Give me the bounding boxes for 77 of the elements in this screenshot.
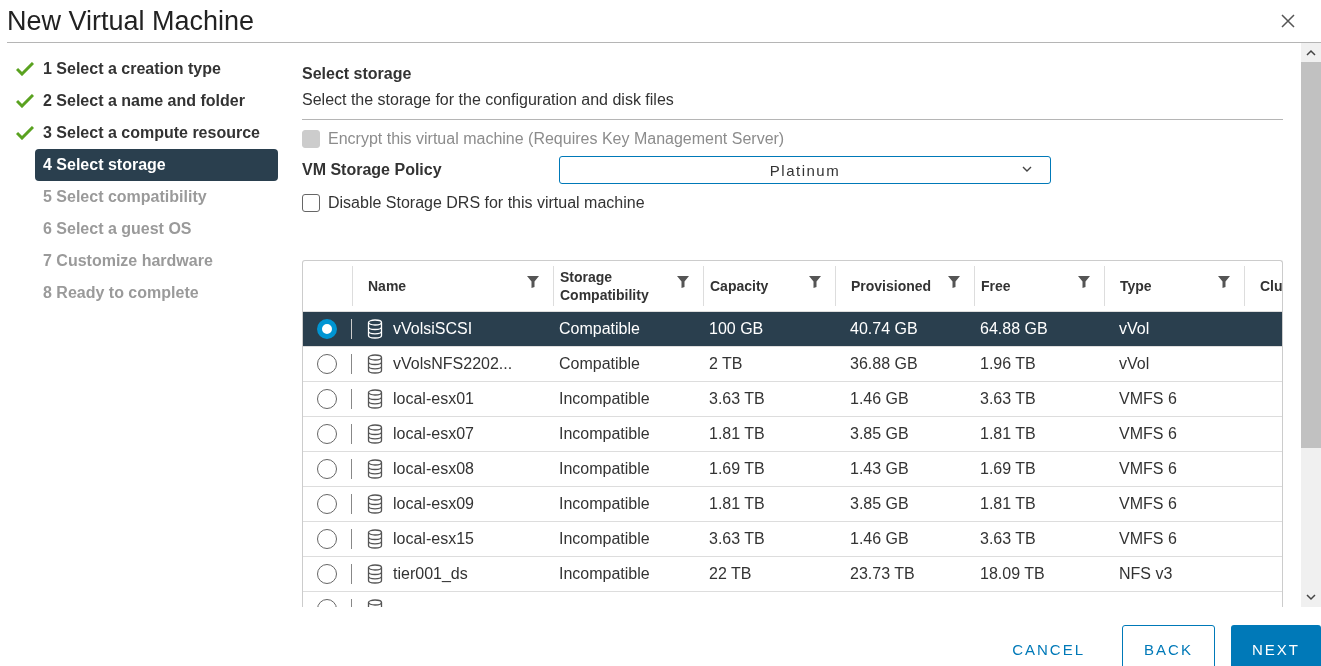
table-row[interactable]: local-esx15 Incompatible 3.63 TB 1.46 GB 3.63 TB VMFS 6 (303, 521, 1282, 556)
window-title: New Virtual Machine (7, 5, 255, 37)
table-cell: tier001_ds (393, 565, 468, 583)
table-cell: 1.81 TB (709, 425, 765, 443)
table-cell: VMFS 6 (1119, 425, 1177, 443)
table-cell: VMFS 6 (1119, 530, 1177, 548)
wizard-step[interactable]: 3 Select a compute resource (16, 117, 268, 149)
action-button[interactable]: BACK (1122, 625, 1215, 666)
field-label: VM Storage Policy (302, 161, 443, 179)
table-cell: 3.63 TB (980, 390, 1036, 408)
table-cell: vVolsiSCSI (393, 320, 473, 338)
table-cell: Compatible (559, 355, 640, 373)
table-cell: 1.81 TB (709, 495, 765, 513)
table-cell: vVol (1119, 320, 1150, 338)
table-cell: Incompatible (559, 425, 650, 443)
table-cell: vVolsNFS2202... (393, 355, 513, 373)
table-cell: 23.73 TB (850, 565, 915, 583)
action-button[interactable]: CANCEL (991, 625, 1106, 666)
table-cell: 1.96 TB (980, 355, 1036, 373)
checkbox-label: Encrypt this virtual machine (Requires Key Management Server) (328, 130, 785, 148)
table-cell: 2 TB (709, 355, 743, 373)
table-cell: Incompatible (559, 530, 650, 548)
column-header[interactable]: Storage Compatibility (553, 266, 703, 306)
wizard-step[interactable]: 4 Select storage (35, 149, 278, 181)
table-row[interactable]: local-esx08 Incompatible 1.69 TB 1.43 GB 1.69 TB VMFS 6 (303, 451, 1282, 486)
table-cell: VMFS 6 (1119, 460, 1177, 478)
table-cell: 1.69 TB (980, 460, 1036, 478)
table-cell: local-esx07 (393, 425, 474, 443)
table-row[interactable]: local-esx07 Incompatible 1.81 TB 3.85 GB 1.81 TB VMFS 6 (303, 416, 1282, 451)
column-header[interactable]: Free (974, 266, 1104, 306)
table-cell: local-esx09 (393, 495, 474, 513)
table-cell: 1.46 GB (850, 390, 909, 408)
table-row[interactable]: local-esx01 Incompatible 3.63 TB 1.46 GB 3.63 TB VMFS 6 (303, 381, 1282, 416)
wizard-step[interactable]: 2 Select a name and folder (16, 85, 253, 117)
table-cell: 3.85 GB (850, 495, 909, 513)
table-cell: local-esx01 (393, 390, 474, 408)
table-cell: 100 GB (709, 320, 764, 338)
action-button[interactable]: NEXT (1231, 625, 1321, 666)
table-cell: 36.88 GB (850, 355, 918, 373)
column-header[interactable]: Clu (1244, 266, 1297, 306)
table-cell: Compatible (559, 320, 640, 338)
table-cell: vVol (1119, 355, 1150, 373)
table-row[interactable]: tier001_ds Incompatible 22 TB 23.73 TB 18.09 TB NFS v3 (303, 556, 1282, 591)
table-row[interactable]: vVolsNFS2202... Compatible 2 TB 36.88 GB 1.96 TB vVol (303, 346, 1282, 381)
column-header[interactable]: Capacity (703, 266, 835, 306)
table-cell: local-esx15 (393, 530, 474, 548)
wizard-step[interactable]: 1 Select a creation type (16, 53, 229, 85)
table-row[interactable]: vVolsiSCSI Compatible 100 GB 40.74 GB 64.88 GB vVol (303, 311, 1282, 346)
table-cell: 3.63 TB (709, 530, 765, 548)
table-cell: 18.09 TB (980, 565, 1045, 583)
section-description: Select the storage for the configuration and disk files (302, 91, 1283, 120)
table-cell: 1.46 GB (850, 530, 909, 548)
table-cell: 64.88 GB (980, 320, 1048, 338)
table-cell: 3.63 TB (709, 390, 765, 408)
column-header[interactable]: Type (1104, 266, 1244, 306)
table-cell: local-esx08 (393, 460, 474, 478)
column-header[interactable]: Provisioned (835, 266, 974, 306)
checkbox-label: Disable Storage DRS for this virtual machine (328, 194, 645, 212)
table-cell: 40.74 GB (850, 320, 918, 338)
table-cell: Incompatible (559, 495, 650, 513)
table-cell: 1.81 TB (980, 425, 1036, 443)
table-cell: NFS v3 (1119, 565, 1173, 583)
table-cell: VMFS 6 (1119, 495, 1177, 513)
table-cell: 22 TB (709, 565, 752, 583)
table-cell: 3.85 GB (850, 425, 909, 443)
storage-policy-dropdown[interactable]: Platinum (559, 156, 1051, 184)
table-cell: 1.69 TB (709, 460, 765, 478)
table-cell: Incompatible (559, 565, 650, 583)
section-heading: Select storage (302, 65, 413, 83)
table-cell: 1.43 GB (850, 460, 909, 478)
table-cell: VMFS 6 (1119, 390, 1177, 408)
table-cell: 1.81 TB (980, 495, 1036, 513)
table-cell: 3.63 TB (980, 530, 1036, 548)
table-cell: Incompatible (559, 460, 650, 478)
column-header[interactable]: Name (352, 266, 553, 306)
table-row[interactable]: local-esx09 Incompatible 1.81 TB 3.85 GB 1.81 TB VMFS 6 (303, 486, 1282, 521)
table-cell: Incompatible (559, 390, 650, 408)
